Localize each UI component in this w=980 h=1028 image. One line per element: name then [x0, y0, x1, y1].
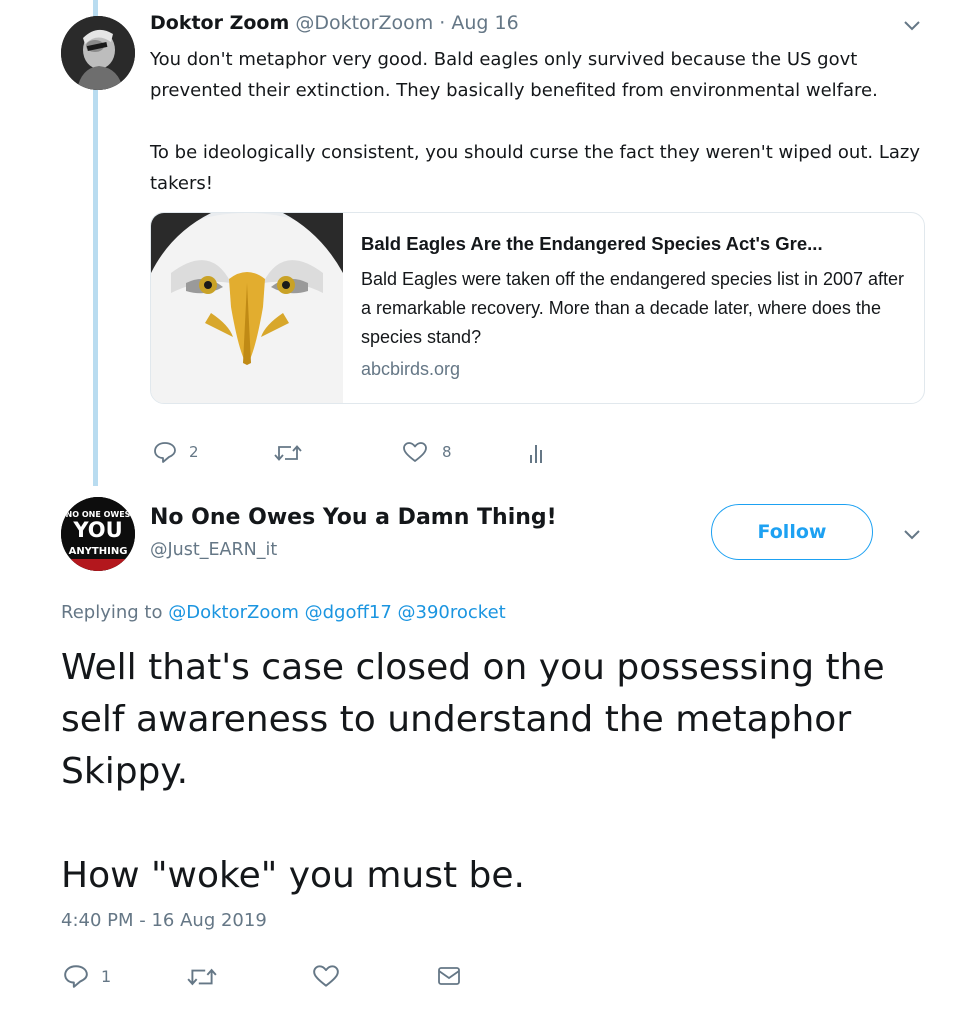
- user-handle[interactable]: @DoktorZoom: [295, 12, 433, 34]
- avatar-image: NO ONE OWES YOU ANYTHING: [61, 497, 135, 571]
- direct-message-button[interactable]: [436, 964, 462, 988]
- card-description: Bald Eagles were taken off the endangere…: [361, 269, 905, 347]
- like-count: 8: [442, 443, 452, 461]
- reply-button[interactable]: 2: [153, 441, 199, 463]
- separator-dot: ·: [439, 12, 446, 34]
- analytics-button[interactable]: [528, 441, 548, 465]
- like-button[interactable]: [312, 964, 340, 988]
- like-icon: [313, 965, 339, 987]
- replying-to-label: Replying to: [61, 602, 163, 623]
- tweet-date[interactable]: Aug 16: [451, 12, 518, 34]
- retweet-button[interactable]: [186, 966, 218, 988]
- avatar-image: [61, 16, 135, 90]
- card-image: [151, 213, 343, 403]
- card-title: Bald Eagles Are the Endangered Species A…: [361, 233, 823, 254]
- avatar-text-bottom: ANYTHING: [69, 546, 128, 557]
- replying-to: Replying to @DoktorZoom @dgoff17 @390roc…: [61, 602, 506, 623]
- chevron-down-icon: [904, 530, 920, 540]
- mention-link[interactable]: @dgoff17: [305, 602, 392, 623]
- reply-icon: [154, 442, 176, 463]
- tweet-paragraph: To be ideologically consistent, you shou…: [150, 142, 920, 194]
- analytics-icon: [530, 445, 542, 463]
- display-name[interactable]: Doktor Zoom: [150, 12, 289, 34]
- tweet-text: You don't metaphor very good. Bald eagle…: [150, 44, 940, 199]
- tweet-text: Well that's case closed on you possessin…: [61, 642, 941, 902]
- reply-count: 2: [189, 443, 199, 461]
- tweet-paragraph: Well that's case closed on you possessin…: [61, 647, 885, 792]
- mention-link[interactable]: @DoktorZoom: [168, 602, 299, 623]
- retweet-icon: [274, 445, 302, 461]
- display-name[interactable]: No One Owes You a Damn Thing!: [150, 505, 557, 530]
- mention-link[interactable]: @390rocket: [398, 602, 506, 623]
- tweet-header: Doktor Zoom @DoktorZoom · Aug 16: [150, 12, 519, 34]
- like-icon: [403, 442, 427, 462]
- card-domain: abcbirds.org: [361, 359, 461, 379]
- chevron-down-icon: [904, 21, 920, 31]
- avatar[interactable]: NO ONE OWES YOU ANYTHING: [61, 497, 135, 571]
- direct-message-icon: [438, 967, 460, 985]
- tweet-menu-button[interactable]: [901, 526, 923, 546]
- like-button[interactable]: 8: [402, 441, 452, 463]
- reply-count: 1: [101, 966, 112, 986]
- retweet-icon: [187, 968, 217, 986]
- reply-button[interactable]: 1: [63, 964, 111, 988]
- follow-button[interactable]: Follow: [711, 504, 873, 560]
- user-handle[interactable]: @Just_EARN_it: [150, 540, 277, 560]
- reply-icon: [64, 965, 88, 988]
- retweet-button[interactable]: [273, 443, 303, 463]
- tweet-paragraph: How "woke" you must be.: [61, 855, 525, 896]
- link-card[interactable]: Bald Eagles Are the Endangered Species A…: [150, 212, 925, 404]
- avatar[interactable]: [61, 16, 135, 90]
- tweet-paragraph: You don't metaphor very good. Bald eagle…: [150, 49, 878, 101]
- avatar-text-main: YOU: [72, 518, 122, 542]
- tweet-timestamp[interactable]: 4:40 PM - 16 Aug 2019: [61, 910, 267, 931]
- eagle-image: [151, 213, 343, 403]
- tweet-menu-button[interactable]: [901, 17, 923, 37]
